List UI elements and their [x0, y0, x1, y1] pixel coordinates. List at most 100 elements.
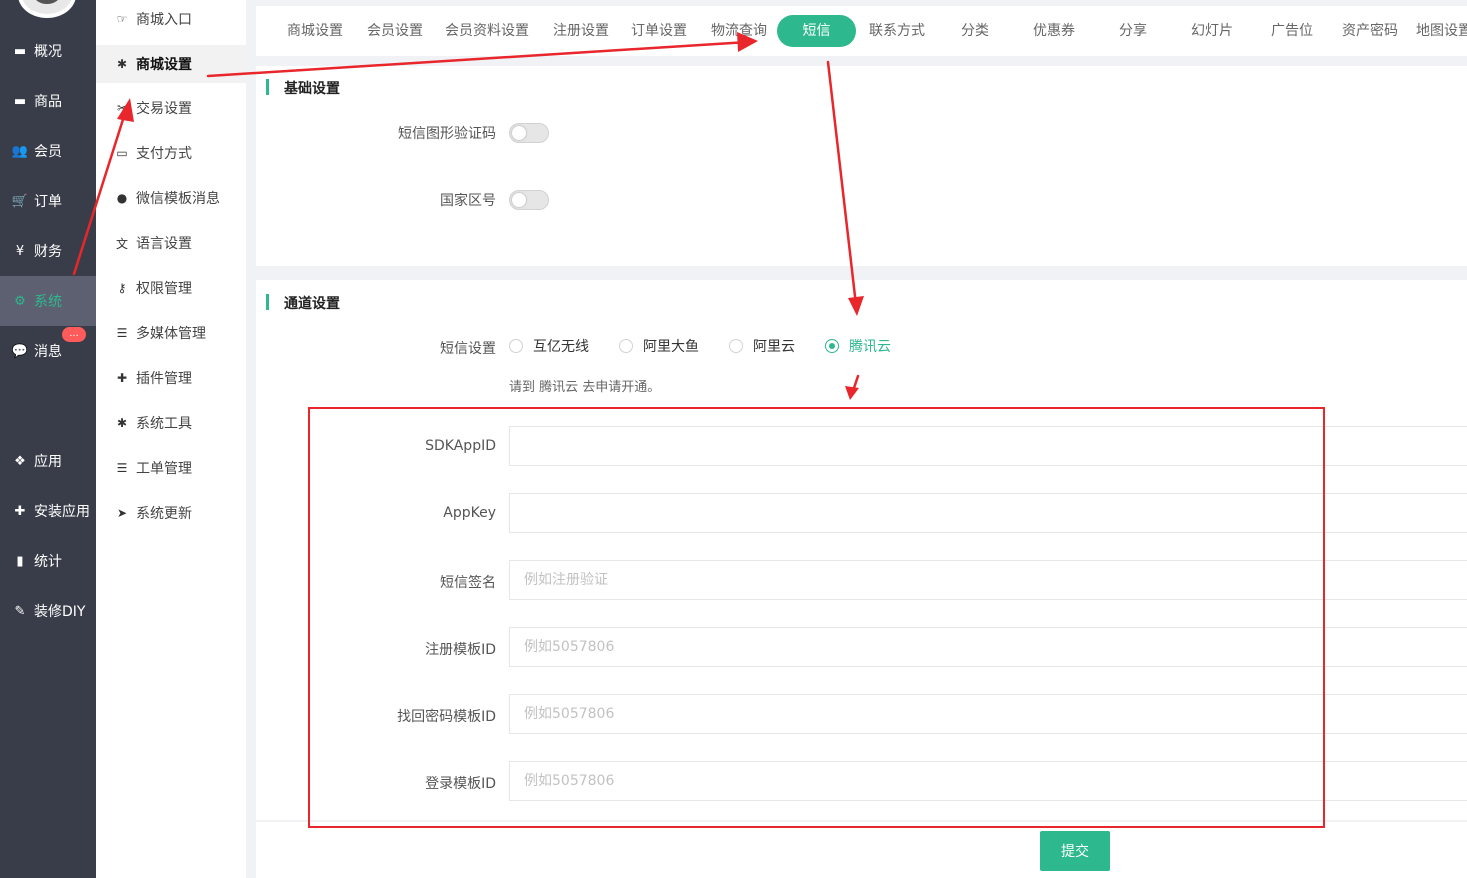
wechat-icon: ● [116, 191, 128, 205]
tab-register-settings[interactable]: 注册设置 [544, 15, 618, 47]
field-label-sdkappid: SDKAppID [425, 438, 496, 454]
nav-item-label: 订单 [34, 194, 62, 210]
nav-item-overview[interactable]: ▬ 概况 [0, 26, 96, 76]
submenu-item-permissions[interactable]: ⚷ 权限管理 [96, 269, 246, 307]
nav-item-label: 概况 [34, 44, 62, 60]
tab-slideshow[interactable]: 幻灯片 [1178, 15, 1246, 47]
submenu-item-tickets[interactable]: ☰ 工单管理 [96, 449, 246, 487]
reset-password-template-id-input[interactable] [509, 694, 1467, 734]
list-icon: ☰ [116, 326, 128, 340]
nav-item-label: 商品 [34, 94, 62, 110]
avatar[interactable] [18, 0, 76, 18]
list-icon: ☰ [116, 461, 128, 475]
nav-item-label: 财务 [34, 244, 62, 260]
submenu-item-wechat-template[interactable]: ● 微信模板消息 [96, 179, 246, 217]
tab-sms[interactable]: 短信 [777, 15, 856, 47]
tab-store-settings[interactable]: 商城设置 [278, 15, 352, 47]
country-code-label: 国家区号 [440, 193, 496, 209]
nav-item-apps[interactable]: ❖ 应用 [0, 436, 96, 486]
radio-label: 腾讯云 [849, 339, 891, 355]
dashboard-icon: ▬ [13, 43, 27, 59]
sms-captcha-toggle[interactable] [509, 123, 549, 143]
field-label-appkey: AppKey [443, 505, 496, 521]
submenu-item-label: 系统工具 [136, 416, 192, 432]
nav-item-label: 安装应用 [34, 504, 90, 520]
goods-icon: ▬ [13, 93, 27, 109]
gavel-icon: ✎ [14, 603, 26, 619]
nav-item-system[interactable]: ⚙ 系统 [0, 276, 96, 326]
radio-provider-tencent-cloud[interactable]: 腾讯云 [825, 336, 891, 356]
sdkappid-input[interactable] [509, 426, 1467, 466]
paper-plane-icon: ➤ [116, 506, 128, 520]
bar-chart-icon: ▮ [16, 553, 24, 569]
radio-provider-aliyun[interactable]: 阿里云 [729, 336, 795, 356]
cart-icon: 🛒 [11, 193, 29, 209]
tab-member-profile-settings[interactable]: 会员资料设置 [440, 15, 534, 47]
radio-provider-alidayu[interactable]: 阿里大鱼 [619, 336, 699, 356]
country-code-toggle[interactable] [509, 190, 549, 210]
tab-coupon[interactable]: 优惠券 [1020, 15, 1088, 47]
nav-item-orders[interactable]: 🛒 订单 [0, 176, 96, 226]
radio-label: 互亿无线 [533, 339, 589, 355]
language-icon: 文 [115, 236, 128, 251]
tab-member-settings[interactable]: 会员设置 [358, 15, 432, 47]
submenu-item-store-settings[interactable]: ✱ 商城设置 [96, 45, 246, 83]
section-title-channel: 通道设置 [266, 293, 340, 313]
field-label-sms-signature: 短信签名 [440, 575, 496, 591]
nav-item-label: 系统 [34, 294, 62, 310]
radio-label: 阿里云 [753, 339, 795, 355]
submenu-item-payment-methods[interactable]: ▭ 支付方式 [96, 134, 246, 172]
tab-asset-password[interactable]: 资产密码 [1336, 15, 1404, 47]
login-template-id-input[interactable] [509, 761, 1467, 801]
gear-icon: ✱ [116, 57, 128, 71]
hand-pointer-icon: ☞ [116, 12, 128, 26]
submenu-item-language[interactable]: 文 语言设置 [96, 224, 246, 262]
submenu-item-label: 商城设置 [136, 57, 192, 73]
tab-map-settings[interactable]: 地图设置 [1416, 15, 1467, 47]
cubes-icon: ❖ [14, 453, 26, 469]
submenu-item-system-tools[interactable]: ✱ 系统工具 [96, 404, 246, 442]
radio-provider-huyi[interactable]: 互亿无线 [509, 336, 589, 356]
submenu-item-label: 语言设置 [136, 236, 192, 252]
sms-provider-label: 短信设置 [440, 341, 496, 357]
nav-item-label: 统计 [34, 554, 62, 570]
register-template-id-input[interactable] [509, 627, 1467, 667]
basic-settings-panel: 基础设置 短信图形验证码 国家区号 [256, 66, 1467, 266]
appkey-input[interactable] [509, 493, 1467, 533]
submit-button[interactable]: 提交 [1040, 831, 1110, 871]
sms-signature-input[interactable] [509, 560, 1467, 600]
cogs-icon: ⚙ [14, 293, 26, 309]
nav-item-install-apps[interactable]: ✚ 安装应用 [0, 486, 96, 536]
submenu-item-system-update[interactable]: ➤ 系统更新 [96, 494, 246, 532]
submenu-item-trade-settings[interactable]: ✂ 交易设置 [96, 89, 246, 127]
nav-item-finance[interactable]: ¥ 财务 [0, 226, 96, 276]
radio-circle [825, 339, 839, 353]
nav-item-label: 会员 [34, 144, 62, 160]
submenu-item-label: 多媒体管理 [136, 326, 206, 342]
tab-ad-slots[interactable]: 广告位 [1258, 15, 1326, 47]
credit-card-icon: ▭ [116, 146, 128, 160]
radio-circle [509, 339, 523, 353]
puzzle-icon: ✚ [14, 503, 26, 519]
tab-contact[interactable]: 联系方式 [860, 15, 934, 47]
chat-icon: 💬 [11, 343, 29, 359]
key-icon: ⚷ [117, 281, 127, 295]
cog-icon: ✱ [116, 416, 128, 430]
submenu-item-store-entry[interactable]: ☞ 商城入口 [96, 0, 246, 38]
provider-hint: 请到 腾讯云 去申请开通。 [509, 380, 661, 395]
tab-share[interactable]: 分享 [1102, 15, 1164, 47]
nav-item-statistics[interactable]: ▮ 统计 [0, 536, 96, 586]
submenu-item-plugins[interactable]: ✚ 插件管理 [96, 359, 246, 397]
nav-item-decorate-diy[interactable]: ✎ 装修DIY [0, 586, 96, 636]
submenu-item-media[interactable]: ☰ 多媒体管理 [96, 314, 246, 352]
plugin-icon: ✚ [116, 371, 128, 385]
nav-item-members[interactable]: 👥 会员 [0, 126, 96, 176]
submenu-item-label: 支付方式 [136, 146, 192, 162]
nav-item-goods[interactable]: ▬ 商品 [0, 76, 96, 126]
tab-logistics-query[interactable]: 物流查询 [702, 15, 776, 47]
system-submenu: ☞ 商城入口 ✱ 商城设置 ✂ 交易设置 ▭ 支付方式 ● 微信模板消息 文 语… [96, 0, 246, 878]
tab-order-settings[interactable]: 订单设置 [622, 15, 696, 47]
tab-category[interactable]: 分类 [944, 15, 1006, 47]
message-badge: ... [62, 327, 86, 342]
field-label-reset-password-template: 找回密码模板ID [397, 709, 496, 725]
